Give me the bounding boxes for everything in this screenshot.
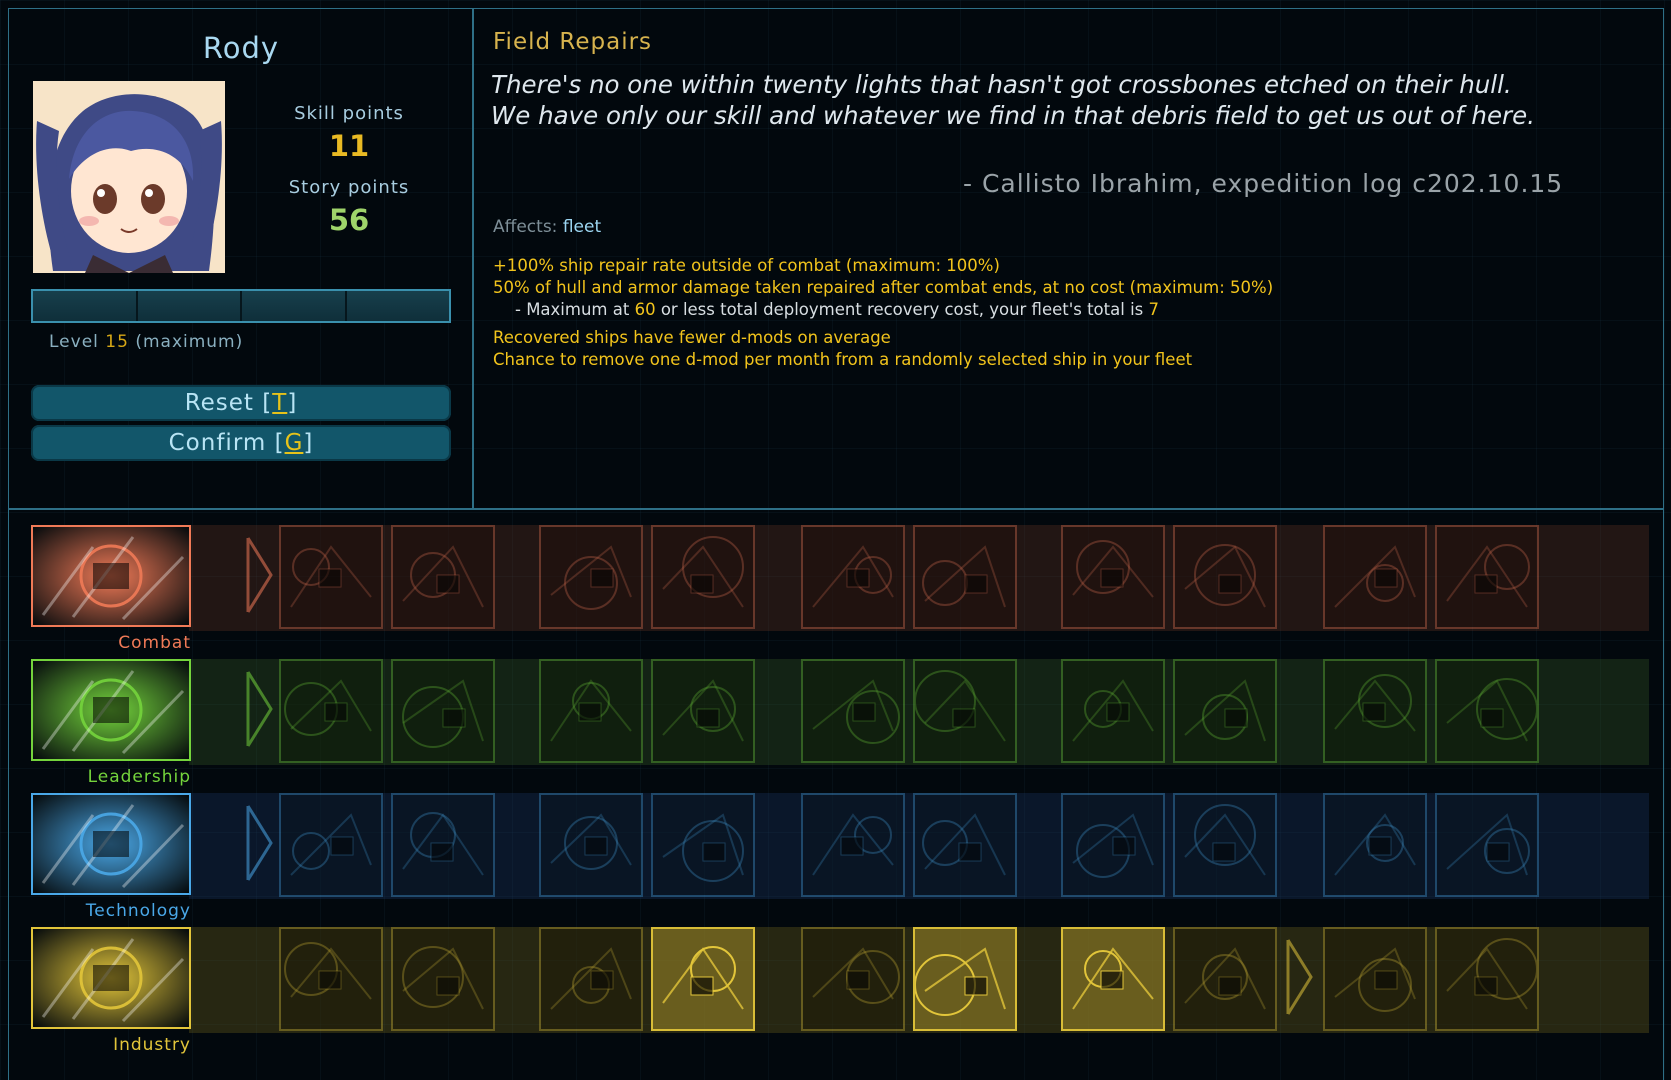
affects-label: Affects: xyxy=(493,217,558,237)
aptitude-row-industry: Industry xyxy=(9,911,1663,1055)
skill-icon[interactable] xyxy=(1435,793,1539,897)
skill-icon[interactable] xyxy=(1173,659,1277,763)
skill-icon[interactable] xyxy=(651,927,755,1031)
skill-effect: 50% of hull and armor damage taken repai… xyxy=(493,278,1274,297)
skill-icon[interactable] xyxy=(651,525,755,629)
experience-segment xyxy=(242,291,347,321)
chevron-right-icon xyxy=(245,535,275,615)
skill-icon[interactable] xyxy=(1323,793,1427,897)
level-indicator: Level 15 (maximum) xyxy=(49,332,243,352)
aptitude-row-combat: Combat xyxy=(9,509,1663,653)
skill-icon[interactable] xyxy=(913,525,1017,629)
skill-icon[interactable] xyxy=(279,525,383,629)
quote-line: We have only our skill and whatever we f… xyxy=(491,101,1535,130)
skill-icon[interactable] xyxy=(391,525,495,629)
story-points-value: 56 xyxy=(328,203,370,237)
aptitude-row-leadership: Leadership xyxy=(9,643,1663,787)
aptitude-row-technology: Technology xyxy=(9,777,1663,921)
skill-icon[interactable] xyxy=(279,659,383,763)
skill-icon[interactable] xyxy=(391,793,495,897)
skill-icon[interactable] xyxy=(913,659,1017,763)
reset-bracket: ] xyxy=(287,390,298,416)
quote-line: There's no one within twenty lights that… xyxy=(491,70,1512,99)
confirm-bracket: ] xyxy=(303,430,314,456)
story-points-label: Story points xyxy=(288,177,410,198)
confirm-hotkey: G xyxy=(284,430,304,456)
skill-icon[interactable] xyxy=(539,525,643,629)
skill-icon[interactable] xyxy=(1061,525,1165,629)
effect-number: 60 xyxy=(634,300,656,319)
skill-icon[interactable] xyxy=(1435,525,1539,629)
level-value: 15 xyxy=(105,332,129,352)
leadership-icon[interactable] xyxy=(31,659,191,761)
skill-icon[interactable] xyxy=(539,927,643,1031)
skill-icon[interactable] xyxy=(651,659,755,763)
character-panel: Rody Skill points 11 Story points 56 Lev… xyxy=(8,8,474,510)
combat-icon[interactable] xyxy=(31,525,191,627)
experience-segment xyxy=(33,291,138,321)
skill-quote: There's no one within twenty lights that… xyxy=(491,69,1641,131)
skill-affects: Affects: fleet xyxy=(493,217,601,237)
skill-icon[interactable] xyxy=(539,793,643,897)
affects-value: fleet xyxy=(562,217,602,237)
skill-icon[interactable] xyxy=(279,927,383,1031)
technology-icon[interactable] xyxy=(31,793,191,895)
effect-text: or less total deployment recovery cost, … xyxy=(655,300,1149,319)
reset-hotkey: T xyxy=(272,390,288,416)
skill-title: Field Repairs xyxy=(493,29,653,55)
skill-icon[interactable] xyxy=(801,659,905,763)
skill-effect: Chance to remove one d-mod per month fro… xyxy=(493,350,1193,369)
experience-segment xyxy=(346,291,449,321)
skill-effects: +100% ship repair rate outside of combat… xyxy=(493,255,1273,371)
skill-points-label: Skill points xyxy=(294,103,404,124)
skill-icon[interactable] xyxy=(801,525,905,629)
reset-button[interactable]: Reset [T] xyxy=(31,385,451,421)
skill-icon[interactable] xyxy=(391,927,495,1031)
character-portrait xyxy=(33,81,225,273)
skill-icon[interactable] xyxy=(279,793,383,897)
skill-icon[interactable] xyxy=(1323,927,1427,1031)
chevron-right-icon xyxy=(245,803,275,883)
effect-text: - Maximum at xyxy=(515,300,635,319)
skill-icon[interactable] xyxy=(651,793,755,897)
skill-tree-panel: Combat Leadership Technology Industry xyxy=(8,508,1664,1080)
level-suffix: (maximum) xyxy=(135,332,244,352)
skill-icon[interactable] xyxy=(1323,659,1427,763)
skill-points-value: 11 xyxy=(328,129,370,163)
chevron-right-icon xyxy=(1285,937,1315,1017)
character-name: Rody xyxy=(202,31,280,65)
skill-icon[interactable] xyxy=(391,659,495,763)
quote-attribution: - Callisto Ibrahim, expedition log c202.… xyxy=(963,169,1564,198)
skill-icon[interactable] xyxy=(1061,659,1165,763)
skill-icon[interactable] xyxy=(1173,927,1277,1031)
skill-icon[interactable] xyxy=(1061,927,1165,1031)
skill-icon[interactable] xyxy=(1435,927,1539,1031)
skill-effect: Recovered ships have fewer d-mods on ave… xyxy=(493,328,891,347)
skill-effect-detail: - Maximum at 60 or less total deployment… xyxy=(493,299,1273,321)
skill-icon[interactable] xyxy=(1435,659,1539,763)
chevron-right-icon xyxy=(245,669,275,749)
skill-icon[interactable] xyxy=(1323,525,1427,629)
skill-icon[interactable] xyxy=(913,793,1017,897)
experience-bar xyxy=(31,289,451,323)
skill-icon[interactable] xyxy=(1061,793,1165,897)
reset-button-label: Reset [ xyxy=(184,390,273,416)
confirm-button-label: Confirm [ xyxy=(168,430,285,456)
portrait-image xyxy=(33,81,225,273)
skill-icon[interactable] xyxy=(801,793,905,897)
level-prefix: Level xyxy=(49,332,99,352)
aptitude-label: Industry xyxy=(113,1035,191,1055)
skill-description-panel: Field Repairs There's no one within twen… xyxy=(472,8,1664,510)
skill-icon[interactable] xyxy=(913,927,1017,1031)
skill-icon[interactable] xyxy=(801,927,905,1031)
industry-icon[interactable] xyxy=(31,927,191,1029)
skill-icon[interactable] xyxy=(1173,793,1277,897)
skill-effect: +100% ship repair rate outside of combat… xyxy=(493,256,1000,275)
confirm-button[interactable]: Confirm [G] xyxy=(31,425,451,461)
experience-segment xyxy=(137,291,242,321)
skill-icon[interactable] xyxy=(1173,525,1277,629)
effect-number: 7 xyxy=(1148,300,1160,319)
skill-icon[interactable] xyxy=(539,659,643,763)
